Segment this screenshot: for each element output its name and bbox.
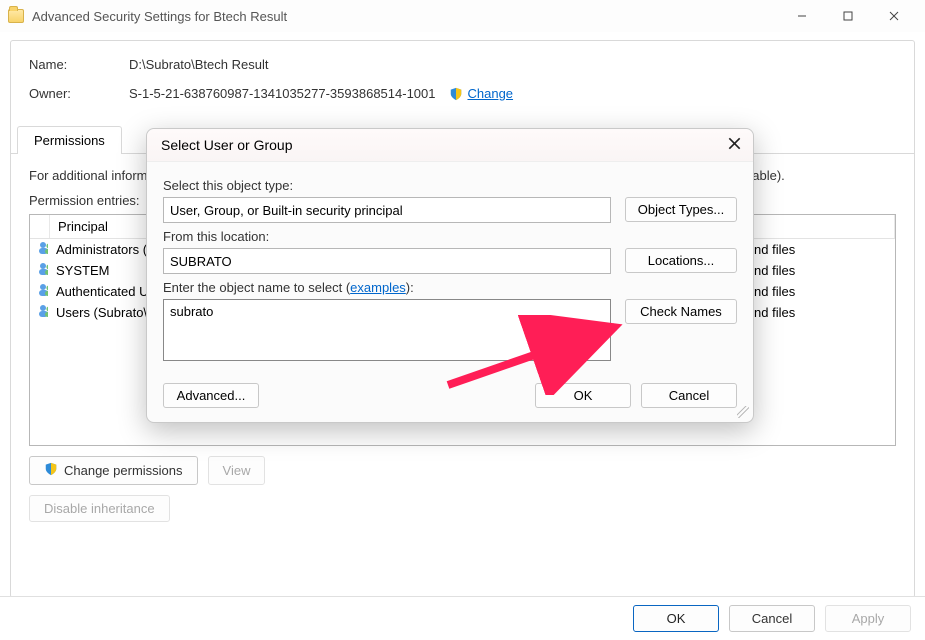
- users-icon: [30, 282, 48, 301]
- modal-cancel-button[interactable]: Cancel: [641, 383, 737, 408]
- users-icon: [30, 240, 48, 259]
- minimize-button[interactable]: [779, 0, 825, 32]
- object-name-label: Enter the object name to select (example…: [163, 280, 737, 295]
- select-user-dialog: Select User or Group Select this object …: [146, 128, 754, 423]
- window-title: Advanced Security Settings for Btech Res…: [32, 9, 779, 24]
- disable-inheritance-button[interactable]: Disable inheritance: [29, 495, 170, 522]
- name-label: Name:: [29, 57, 129, 72]
- object-types-button[interactable]: Object Types...: [625, 197, 737, 222]
- dialog-title: Select User or Group: [161, 137, 293, 153]
- cancel-button[interactable]: Cancel: [729, 605, 815, 632]
- close-icon[interactable]: [728, 137, 741, 153]
- location-label: From this location:: [163, 229, 737, 244]
- resize-grip-icon[interactable]: [737, 406, 749, 418]
- change-permissions-button[interactable]: Change permissions: [29, 456, 198, 485]
- close-button[interactable]: [871, 0, 917, 32]
- locations-button[interactable]: Locations...: [625, 248, 737, 273]
- apply-button[interactable]: Apply: [825, 605, 911, 632]
- view-button[interactable]: View: [208, 456, 266, 485]
- users-icon: [30, 303, 48, 322]
- object-type-input[interactable]: [163, 197, 611, 223]
- folder-icon: [8, 9, 24, 23]
- modal-ok-button[interactable]: OK: [535, 383, 631, 408]
- dialog-footer: OK Cancel Apply: [0, 596, 925, 640]
- name-value: D:\Subrato\Btech Result: [129, 57, 268, 72]
- shield-icon: [44, 462, 58, 479]
- maximize-button[interactable]: [825, 0, 871, 32]
- object-name-input[interactable]: [163, 299, 611, 361]
- check-names-button[interactable]: Check Names: [625, 299, 737, 324]
- shield-icon: [449, 87, 463, 101]
- advanced-button[interactable]: Advanced...: [163, 383, 259, 408]
- tab-permissions[interactable]: Permissions: [17, 126, 122, 154]
- ok-button[interactable]: OK: [633, 605, 719, 632]
- users-icon: [30, 261, 48, 280]
- owner-label: Owner:: [29, 86, 129, 101]
- examples-link[interactable]: examples: [350, 280, 406, 295]
- change-owner-link[interactable]: Change: [467, 86, 513, 101]
- object-type-label: Select this object type:: [163, 178, 737, 193]
- owner-value: S-1-5-21-638760987-1341035277-3593868514…: [129, 86, 435, 101]
- location-input[interactable]: [163, 248, 611, 274]
- titlebar: Advanced Security Settings for Btech Res…: [0, 0, 925, 32]
